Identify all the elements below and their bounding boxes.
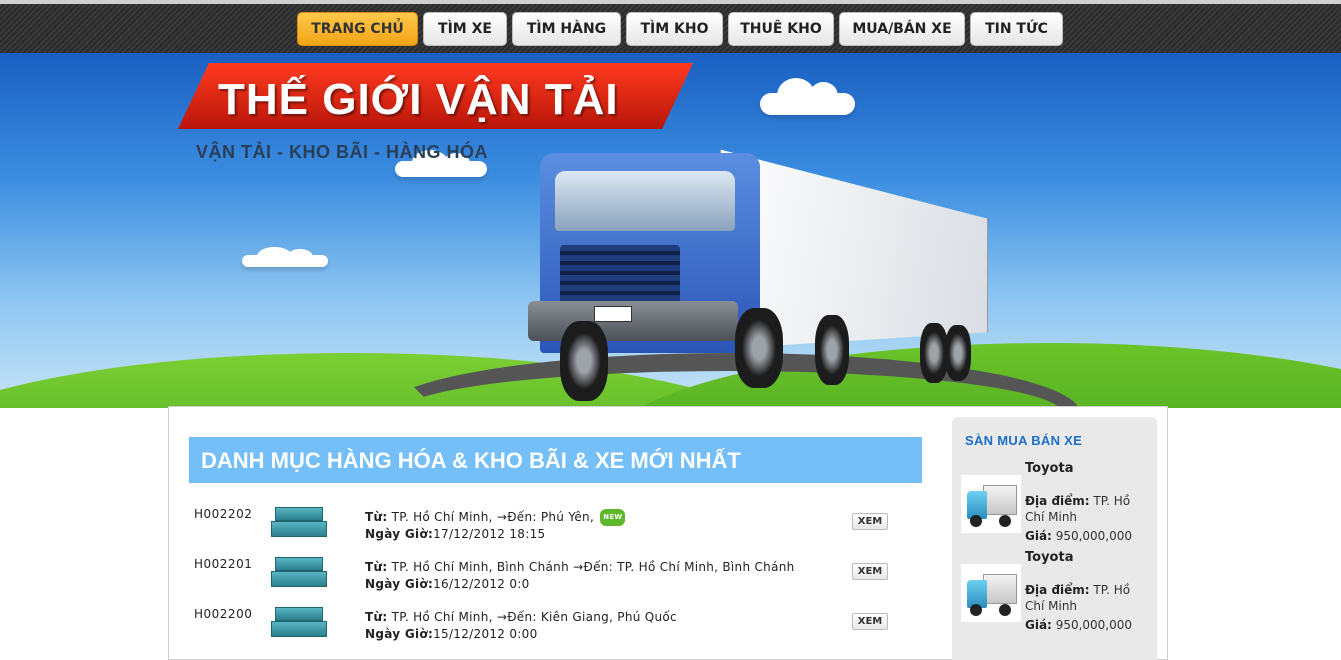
- cloud-icon: [242, 246, 328, 267]
- listing-info: Từ: TP. Hồ Chí Minh, →Đến: Kiên Giang, P…: [365, 609, 677, 643]
- nav-trang-chu[interactable]: TRANG CHỦ: [297, 12, 418, 46]
- new-badge-icon: NEW: [600, 509, 626, 526]
- nav-tin-tuc[interactable]: TIN TỨC: [970, 12, 1063, 46]
- truck-windshield: [555, 171, 735, 231]
- vehicle-market-sidebar: SÀN MUA BÁN XE Toyota Địa điểm: TP. Hồ C…: [952, 417, 1157, 660]
- from-label: Từ:: [365, 510, 388, 524]
- to-value: TP. Hồ Chí Minh, Bình Chánh: [617, 560, 795, 574]
- listing-info: Từ: TP. Hồ Chí Minh, Bình Chánh →Đến: TP…: [365, 559, 795, 593]
- wheel-icon: [815, 315, 849, 385]
- top-navigation-bar: TRANG CHỦ TÌM XE TÌM HÀNG TÌM KHO THUÊ K…: [0, 0, 1341, 53]
- latest-listings: DANH MỤC HÀNG HÓA & KHO BÃI & XE MỚI NHẤ…: [189, 437, 922, 643]
- car-name[interactable]: Toyota: [1025, 550, 1073, 565]
- nav-tim-hang[interactable]: TÌM HÀNG: [512, 12, 621, 46]
- from-value: TP. Hồ Chí Minh,: [391, 610, 493, 624]
- view-button[interactable]: XEM: [852, 513, 888, 530]
- listing-rows: H002202 Từ: TP. Hồ Chí Minh, →Đến: Phú Y…: [189, 493, 922, 643]
- date-value: 16/12/2012 0:0: [433, 577, 530, 591]
- car-name[interactable]: Toyota: [1025, 461, 1073, 476]
- truck-grille: [560, 245, 680, 305]
- nav-mua-ban-xe[interactable]: MUA/BÁN XE: [839, 12, 965, 46]
- date-value: 15/12/2012 0:00: [433, 627, 538, 641]
- listing-code: H002201: [194, 557, 253, 571]
- from-label: Từ:: [365, 610, 388, 624]
- cargo-boxes-icon[interactable]: [271, 607, 327, 641]
- date-label: Ngày Giờ:: [365, 577, 434, 591]
- listing-code: H002200: [194, 607, 253, 621]
- wheel-icon: [735, 308, 783, 388]
- site-logo-title[interactable]: THẾ GIỚI VẬN TẢI: [218, 75, 619, 125]
- listing-code: H002202: [194, 507, 253, 521]
- cloud-icon: [395, 149, 487, 177]
- price-label: Giá:: [1025, 529, 1052, 543]
- nav-tim-kho[interactable]: TÌM KHO: [626, 12, 723, 46]
- date-label: Ngày Giờ:: [365, 627, 434, 641]
- to-label: →Đến:: [496, 510, 537, 524]
- cloud-icon: [760, 77, 855, 115]
- view-button[interactable]: XEM: [852, 613, 888, 630]
- listing-info: Từ: TP. Hồ Chí Minh, →Đến: Phú Yên, NEW …: [365, 509, 626, 543]
- sidebar-title: SÀN MUA BÁN XE: [965, 433, 1083, 448]
- car-price: Giá: 950,000,000: [1025, 618, 1132, 632]
- cargo-boxes-icon[interactable]: [271, 557, 327, 591]
- location-label: Địa điểm:: [1025, 494, 1090, 508]
- view-button[interactable]: XEM: [852, 563, 888, 580]
- date-value: 17/12/2012 18:15: [433, 527, 546, 541]
- wheel-icon: [560, 321, 608, 401]
- cargo-boxes-icon[interactable]: [271, 507, 327, 541]
- section-title: DANH MỤC HÀNG HÓA & KHO BÃI & XE MỚI NHẤ…: [189, 437, 922, 483]
- car-location: Địa điểm: TP. Hồ Chí Minh: [1025, 493, 1151, 525]
- truck-bumper: [528, 301, 738, 341]
- car-location: Địa điểm: TP. Hồ Chí Minh: [1025, 582, 1151, 614]
- price-value: 950,000,000: [1055, 529, 1133, 543]
- from-value: TP. Hồ Chí Minh,: [391, 510, 493, 524]
- car-listing[interactable]: Toyota Địa điểm: TP. Hồ Chí Minh Giá: 95…: [961, 461, 1151, 551]
- nav-tim-xe[interactable]: TÌM XE: [423, 12, 507, 46]
- site-tagline: VẬN TẢI - KHO BÃI - HÀNG HÓA: [196, 142, 488, 162]
- to-value: Phú Yên,: [540, 510, 595, 524]
- main-nav: TRANG CHỦ TÌM XE TÌM HÀNG TÌM KHO THUÊ K…: [297, 12, 1063, 46]
- truck-thumbnail-icon[interactable]: [961, 564, 1021, 622]
- to-value: Kiên Giang, Phú Quốc: [540, 610, 677, 624]
- truck-thumbnail-icon[interactable]: [961, 475, 1021, 533]
- wheel-icon: [920, 323, 948, 383]
- date-label: Ngày Giờ:: [365, 527, 434, 541]
- price-label: Giá:: [1025, 618, 1052, 632]
- car-price: Giá: 950,000,000: [1025, 529, 1132, 543]
- to-label: →Đến:: [496, 610, 537, 624]
- nav-thue-kho[interactable]: THUÊ KHO: [728, 12, 834, 46]
- from-value: TP. Hồ Chí Minh, Bình Chánh: [391, 560, 569, 574]
- hero-banner: THẾ GIỚI VẬN TẢI VẬN TẢI - KHO BÃI - HÀN…: [0, 53, 1341, 408]
- content-panel: DANH MỤC HÀNG HÓA & KHO BÃI & XE MỚI NHẤ…: [168, 406, 1168, 660]
- listing-row: H002202 Từ: TP. Hồ Chí Minh, →Đến: Phú Y…: [189, 493, 922, 543]
- price-value: 950,000,000: [1055, 618, 1133, 632]
- wheel-icon: [945, 325, 971, 381]
- car-listing[interactable]: Toyota Địa điểm: TP. Hồ Chí Minh Giá: 95…: [961, 550, 1151, 640]
- location-label: Địa điểm:: [1025, 583, 1090, 597]
- listing-row: H002201 Từ: TP. Hồ Chí Minh, Bình Chánh …: [189, 543, 922, 593]
- from-label: Từ:: [365, 560, 388, 574]
- truck-plate: [594, 306, 632, 322]
- to-label: →Đến:: [573, 560, 613, 574]
- listing-row: H002200 Từ: TP. Hồ Chí Minh, →Đến: Kiên …: [189, 593, 922, 643]
